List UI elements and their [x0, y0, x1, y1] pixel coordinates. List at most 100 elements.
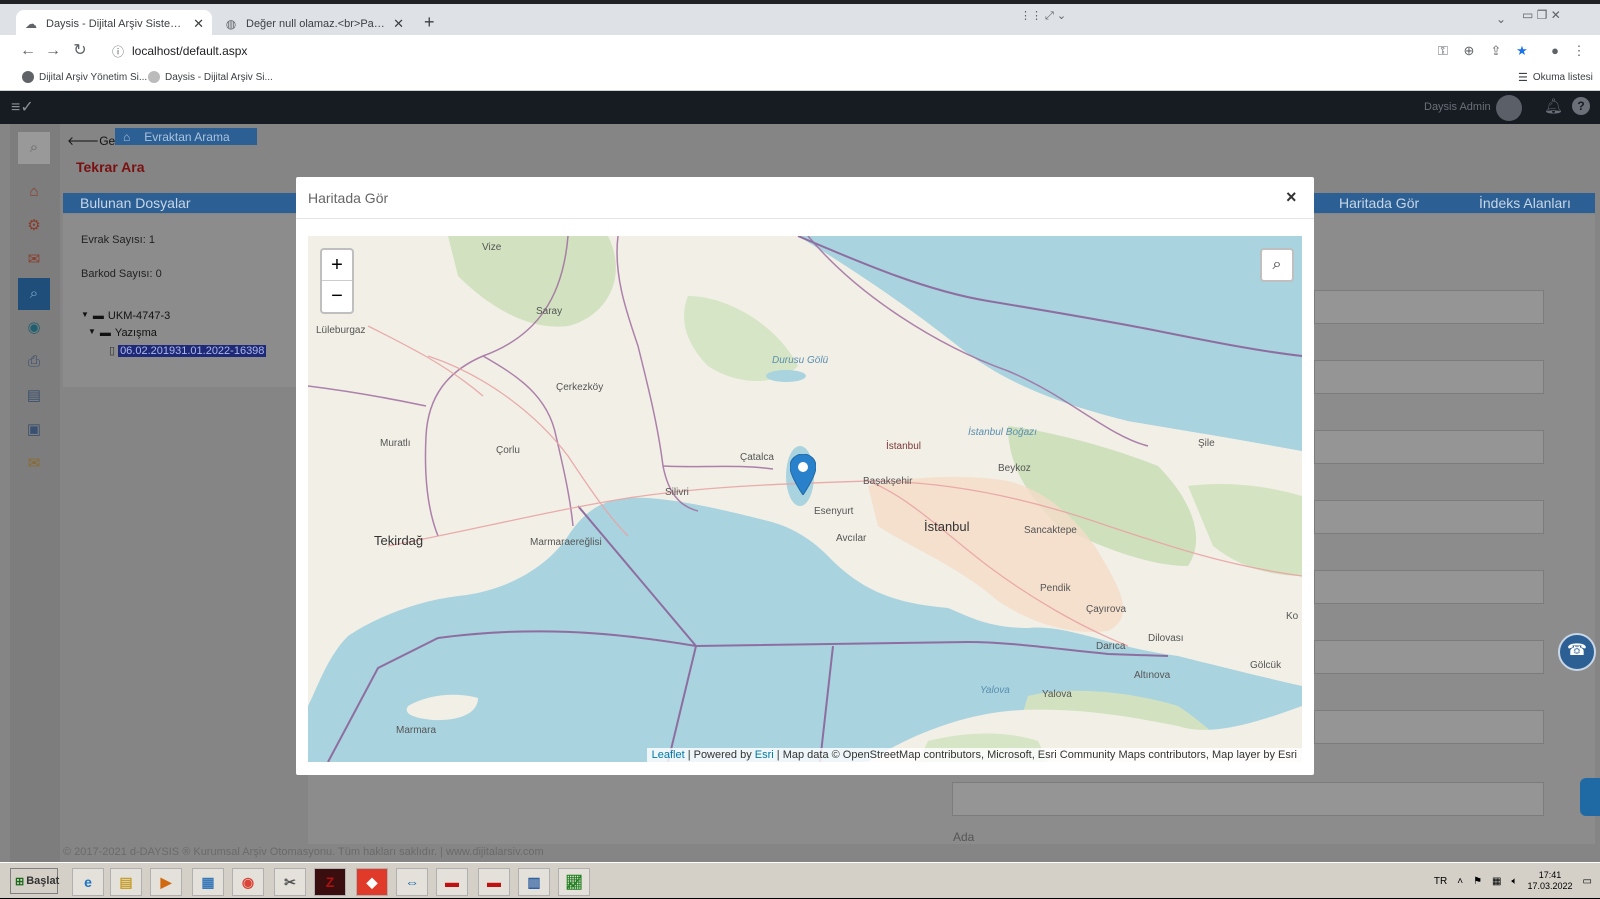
tree-root[interactable]: ▼ ▬ UKM-4747-3 — [81, 310, 170, 322]
filezilla-icon[interactable]: Z — [314, 868, 346, 896]
tab-search-icon[interactable]: ⌄ — [1496, 12, 1506, 26]
index-field[interactable] — [1314, 290, 1544, 324]
tree-file[interactable]: ▯ 06.02.201931.01.2022-16398 — [109, 344, 267, 357]
url-input[interactable]: ⓘ localhost/default.aspx — [104, 39, 1470, 63]
explorer-icon[interactable]: ▤ — [110, 868, 142, 896]
mail-icon[interactable]: ✉ — [18, 448, 50, 480]
menu-toggle-icon[interactable]: ≡✓ — [11, 97, 34, 117]
home-icon[interactable]: ⌂ — [115, 130, 138, 144]
tab-daysis[interactable]: ☁ Daysis - Dijital Arşiv Sistemleri ✕ — [16, 10, 212, 37]
start-button[interactable]: ⊞ Başlat — [10, 868, 59, 894]
show-desktop-icon[interactable]: ▭ — [1583, 876, 1592, 887]
briefcase-icon[interactable]: ▣ — [18, 414, 50, 446]
zoom-in-button[interactable]: + — [322, 250, 352, 281]
map-search-button[interactable]: ⌕ — [1260, 248, 1294, 282]
document-icon[interactable]: ▥ — [518, 868, 550, 896]
key-icon[interactable]: ⚿ — [1432, 40, 1454, 62]
bookmark-item[interactable]: Daysis - Dijital Arşiv Si... — [148, 71, 273, 83]
book-icon[interactable]: ▤ — [18, 380, 50, 412]
search-icon[interactable]: ⌕ — [18, 278, 50, 310]
index-field[interactable] — [1314, 360, 1544, 394]
print-icon[interactable]: ⎙ — [18, 346, 50, 378]
map-label: Silivri — [665, 487, 689, 498]
star-icon[interactable]: ★ — [1511, 40, 1533, 62]
side-tab-button[interactable] — [1580, 778, 1600, 816]
reading-list-button[interactable]: ☰ Okuma listesi — [1518, 71, 1593, 84]
settings-icon[interactable]: ⚙ — [18, 210, 50, 242]
network-icon[interactable]: ▦ — [192, 868, 224, 896]
map-view[interactable]: Vize Saray Lüleburgaz Çerkezköy Muratlı … — [308, 236, 1302, 762]
tree-folder[interactable]: ▼ ▬ Yazışma — [88, 327, 157, 339]
page-favicon-icon: ☁ — [25, 16, 37, 31]
chrome-icon[interactable]: ◉ — [232, 868, 264, 896]
index-field[interactable] — [952, 782, 1544, 816]
bulunan-dosyalar-title: Bulunan Dosyalar — [80, 195, 191, 211]
index-field[interactable] — [1314, 500, 1544, 534]
new-tab-button[interactable]: + — [424, 12, 435, 33]
map-marker-pin-icon[interactable] — [790, 454, 816, 495]
bell-icon[interactable]: 🔔︎ — [1544, 97, 1563, 115]
toolbox-icon[interactable]: ▬ — [478, 868, 510, 896]
index-field[interactable] — [1314, 710, 1544, 744]
volume-icon[interactable]: 🔈︎ — [1512, 876, 1518, 887]
chart-app-icon[interactable]: 📈︎ — [558, 868, 590, 896]
user-name[interactable]: Daysis Admin — [1424, 101, 1491, 113]
tekrar-ara-link[interactable]: Tekrar Ara — [76, 159, 144, 175]
windows-taskbar: ⊞ Başlat e ▤ ▶ ▦ ◉ ✂ Z ◆ ⇔ ▬ ▬ ▥ 📈︎ TR ˄ … — [0, 862, 1600, 898]
window-layout-icon[interactable]: ⋮⋮ ⤢ ⌄ — [1020, 9, 1066, 23]
caret-down-icon[interactable]: ▼ — [81, 310, 89, 322]
profile-icon[interactable]: ● — [1544, 40, 1566, 62]
menu-dots-icon[interactable]: ⋮ — [1568, 40, 1590, 62]
close-button[interactable]: × — [1286, 187, 1297, 208]
zoom-out-button[interactable]: − — [322, 281, 352, 312]
teamviewer-icon[interactable]: ⇔ — [396, 868, 428, 896]
map-label: Durusu Gölü — [772, 355, 829, 366]
inbox-icon[interactable]: ✉ — [18, 244, 50, 276]
index-field[interactable] — [1314, 640, 1544, 674]
close-icon[interactable]: ✕ — [193, 16, 204, 32]
window-controls[interactable]: ▭ ❐ ✕ — [1522, 8, 1561, 22]
tab-error[interactable]: ◍ Değer null olamaz.<br>Parametre adı: …… — [216, 10, 412, 37]
chevron-up-icon[interactable]: ˄ — [1457, 876, 1463, 887]
avatar[interactable] — [1496, 95, 1522, 121]
back-arrow-icon[interactable]: ← — [17, 40, 39, 62]
media-player-icon[interactable]: ▶ — [150, 868, 182, 896]
map-tiles[interactable] — [308, 236, 1302, 762]
back-button[interactable]: 🡐︎Geri — [67, 133, 122, 148]
index-field[interactable] — [1314, 570, 1544, 604]
leaflet-link[interactable]: Leaflet — [652, 749, 685, 761]
support-chat-icon[interactable]: ☎ — [1558, 633, 1596, 671]
clock[interactable]: 17:41 17.03.2022 — [1528, 870, 1573, 892]
map-label: Çerkezköy — [556, 382, 604, 393]
snipping-icon[interactable]: ✂ — [274, 868, 306, 896]
share-icon[interactable]: ⇪ — [1485, 40, 1507, 62]
map-label: Gölcük — [1250, 660, 1282, 671]
system-tray: TR ˄ ⚑ ▦ 🔈︎ 17:41 17.03.2022 ▭ — [1434, 863, 1600, 899]
forward-arrow-icon[interactable]: → — [42, 40, 64, 62]
tab-haritada-gor[interactable]: Haritada Gör — [1339, 195, 1419, 211]
sidebar-search-icon[interactable]: ⌕ — [18, 132, 50, 164]
network-tray-icon[interactable]: ▦ — [1492, 876, 1501, 887]
help-icon[interactable]: ? — [1572, 97, 1590, 115]
reload-icon[interactable]: ↻ — [69, 40, 91, 62]
toolbox-icon[interactable]: ▬ — [436, 868, 468, 896]
info-icon[interactable]: ⓘ — [112, 43, 124, 60]
breadcrumb: ⌂ Evraktan Arama — [115, 128, 257, 145]
language-indicator[interactable]: TR — [1434, 876, 1447, 887]
close-icon[interactable]: ✕ — [393, 16, 404, 32]
app-header: ≡✓ Daysis Admin 🔔︎ ? — [0, 91, 1600, 124]
tab-indeks-alanlari[interactable]: İndeks Alanları — [1479, 195, 1571, 211]
zoom-icon[interactable]: ⊕ — [1458, 40, 1480, 62]
anydesk-icon[interactable]: ◆ — [356, 868, 388, 896]
esri-link[interactable]: Esri — [755, 749, 774, 761]
flag-icon[interactable]: ⚑ — [1473, 876, 1482, 887]
index-field[interactable] — [1314, 430, 1544, 464]
clock-date: 17.03.2022 — [1527, 881, 1573, 891]
globe-icon[interactable]: ◉ — [18, 312, 50, 344]
ie-icon[interactable]: e — [72, 868, 104, 896]
bookmark-item[interactable]: Dijital Arşiv Yönetim Si... — [22, 71, 147, 83]
home-icon[interactable]: ⌂ — [18, 176, 50, 208]
breadcrumb-item[interactable]: Evraktan Arama — [138, 130, 235, 144]
back-arrow-icon: 🡐︎ — [67, 134, 100, 148]
caret-down-icon[interactable]: ▼ — [88, 327, 96, 339]
